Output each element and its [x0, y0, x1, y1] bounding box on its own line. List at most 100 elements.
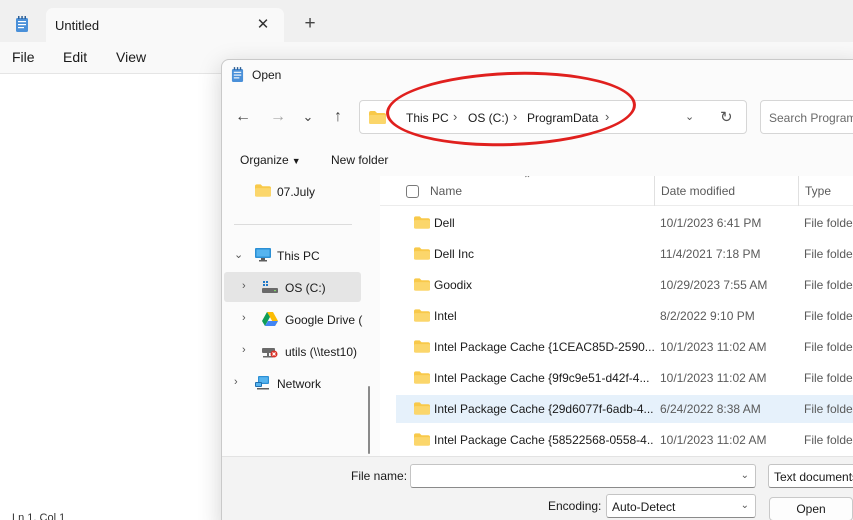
red-annotation-circle: [384, 67, 638, 151]
chevron-down-icon[interactable]: ⌄: [234, 248, 243, 261]
tree-item-07-july[interactable]: 07.July: [224, 176, 361, 206]
filetype-value: Text documents: [774, 470, 853, 484]
tree-item-google-drive[interactable]: › Google Drive (: [224, 304, 362, 334]
file-type: File folder: [804, 371, 853, 385]
status-position: Ln 1, Col 1: [12, 512, 66, 520]
column-divider[interactable]: [654, 176, 655, 206]
menu-view[interactable]: View: [116, 49, 146, 65]
folder-icon: [414, 247, 430, 260]
filename-label: File name:: [351, 469, 408, 483]
chevron-down-icon[interactable]: ⌄: [685, 110, 694, 123]
notepad-icon: [231, 67, 244, 83]
dialog-footer: File name: ⌄ Text documents Encoding: Au…: [222, 456, 853, 520]
file-type: File folder: [804, 278, 853, 292]
organize-button[interactable]: Organize ▼: [240, 153, 301, 167]
file-date: 11/4/2021 7:18 PM: [660, 247, 761, 261]
chevron-right-icon[interactable]: ›: [242, 344, 246, 356]
chevron-right-icon[interactable]: ›: [234, 376, 238, 388]
file-list: ⌃ Name Date modified Type Dell 10/1/2023 …: [380, 176, 853, 456]
tab-title: Untitled: [55, 18, 100, 33]
open-dialog: Open ← → ⌄ ↑ This PC › OS (C:) › Program…: [221, 59, 853, 520]
file-row[interactable]: Goodix 10/29/2023 7:55 AM File folder: [396, 271, 853, 299]
recent-locations-chevron-icon[interactable]: ⌄: [297, 106, 319, 128]
file-date: 10/29/2023 7:55 AM: [660, 278, 768, 292]
file-type: File folder: [804, 340, 853, 354]
file-name: Intel Package Cache {1CEAC85D-2590...: [434, 340, 654, 354]
filetype-select[interactable]: Text documents: [768, 464, 853, 488]
nav-scrollbar[interactable]: [368, 386, 370, 454]
notepad-icon: [15, 16, 29, 33]
file-row[interactable]: Intel Package Cache {1CEAC85D-2590... 10/…: [396, 333, 853, 361]
file-date: 8/2/2022 9:10 PM: [660, 309, 755, 323]
network-icon: [255, 376, 271, 390]
tree-item-network[interactable]: › Network: [224, 368, 361, 398]
file-name: Dell Inc: [434, 247, 475, 261]
file-name: Goodix: [434, 278, 473, 292]
organize-label: Organize: [240, 153, 289, 167]
file-row[interactable]: Intel Package Cache {29d6077f-6adb-4... 6…: [396, 395, 853, 423]
google-drive-icon: [262, 312, 278, 326]
notepad-titlebar: Untitled ✕ +: [0, 0, 853, 42]
search-box[interactable]: Search ProgramData: [760, 100, 853, 134]
sort-ascending-icon: ⌃: [523, 176, 532, 185]
tab-untitled[interactable]: Untitled ✕: [46, 8, 284, 42]
folder-icon: [255, 184, 271, 198]
file-date: 6/24/2022 8:38 AM: [660, 402, 761, 416]
file-row[interactable]: Intel 8/2/2022 9:10 PM File folder: [396, 302, 853, 330]
tree-label: utils (\\test10): [285, 345, 358, 359]
file-date: 10/1/2023 11:02 AM: [660, 371, 767, 385]
file-type: File folder: [804, 402, 853, 416]
open-button[interactable]: Open: [769, 497, 853, 520]
caret-down-icon: ▼: [291, 156, 301, 166]
tree-item-this-pc[interactable]: ⌄ This PC: [224, 240, 361, 270]
column-date-modified[interactable]: Date modified: [661, 184, 735, 198]
tree-item-utils[interactable]: › utils (\\test10): [224, 336, 361, 366]
search-placeholder: Search ProgramData: [769, 111, 853, 125]
file-row[interactable]: Intel Package Cache {58522568-0558-4... 1…: [396, 426, 853, 454]
encoding-select[interactable]: Auto-Detect ⌄: [606, 494, 756, 518]
new-tab-icon[interactable]: +: [300, 14, 320, 34]
column-divider[interactable]: [798, 176, 799, 206]
encoding-value: Auto-Detect: [612, 500, 676, 514]
menu-edit[interactable]: Edit: [63, 49, 87, 65]
chevron-down-icon[interactable]: ⌄: [741, 470, 749, 481]
refresh-icon[interactable]: ↻: [720, 108, 733, 126]
up-arrow-icon[interactable]: ↑: [327, 106, 349, 128]
chevron-right-icon[interactable]: ›: [242, 280, 246, 292]
folder-icon: [414, 371, 430, 384]
tree-label: 07.July: [277, 185, 316, 199]
navigation-pane: 07.July ⌄ This PC › OS (C:) › Google Dri…: [222, 176, 372, 456]
file-row[interactable]: Intel Package Cache {9f9c9e51-d42f-4... 1…: [396, 364, 853, 392]
tree-label: OS (C:): [285, 281, 326, 295]
file-row[interactable]: Dell Inc 11/4/2021 7:18 PM File folder: [396, 240, 853, 268]
file-date: 10/1/2023 11:02 AM: [660, 340, 767, 354]
file-name: Intel Package Cache {58522568-0558-4...: [434, 433, 654, 447]
file-row[interactable]: Dell 10/1/2023 6:41 PM File folder: [396, 209, 853, 237]
column-type[interactable]: Type: [805, 184, 831, 198]
back-arrow-icon[interactable]: ←: [232, 106, 254, 128]
filename-input[interactable]: ⌄: [410, 464, 756, 488]
file-type: File folder: [804, 247, 853, 261]
forward-arrow-icon[interactable]: →: [267, 106, 289, 128]
file-type: File folder: [804, 309, 853, 323]
encoding-label: Encoding:: [548, 499, 602, 513]
file-name: Intel Package Cache {29d6077f-6adb-4...: [434, 402, 654, 416]
chevron-right-icon[interactable]: ›: [242, 312, 246, 324]
close-tab-icon[interactable]: ✕: [254, 16, 272, 34]
tree-item-os-c[interactable]: › OS (C:): [224, 272, 361, 302]
folder-icon: [414, 216, 430, 229]
new-folder-button[interactable]: New folder: [331, 153, 388, 167]
menu-file[interactable]: File: [12, 49, 35, 65]
select-all-checkbox[interactable]: [406, 185, 419, 198]
tree-label: Network: [277, 377, 322, 391]
file-date: 10/1/2023 6:41 PM: [660, 216, 762, 230]
folder-icon: [369, 111, 386, 124]
chevron-down-icon[interactable]: ⌄: [741, 500, 749, 511]
column-name[interactable]: Name: [430, 184, 462, 198]
file-name: Dell: [434, 216, 455, 230]
file-name: Intel Package Cache {9f9c9e51-d42f-4...: [434, 371, 650, 385]
column-header: ⌃ Name Date modified Type: [380, 176, 853, 206]
file-name: Intel: [434, 309, 457, 323]
file-date: 10/1/2023 11:02 AM: [660, 433, 767, 447]
command-bar: Organize ▼ New folder: [222, 146, 853, 176]
